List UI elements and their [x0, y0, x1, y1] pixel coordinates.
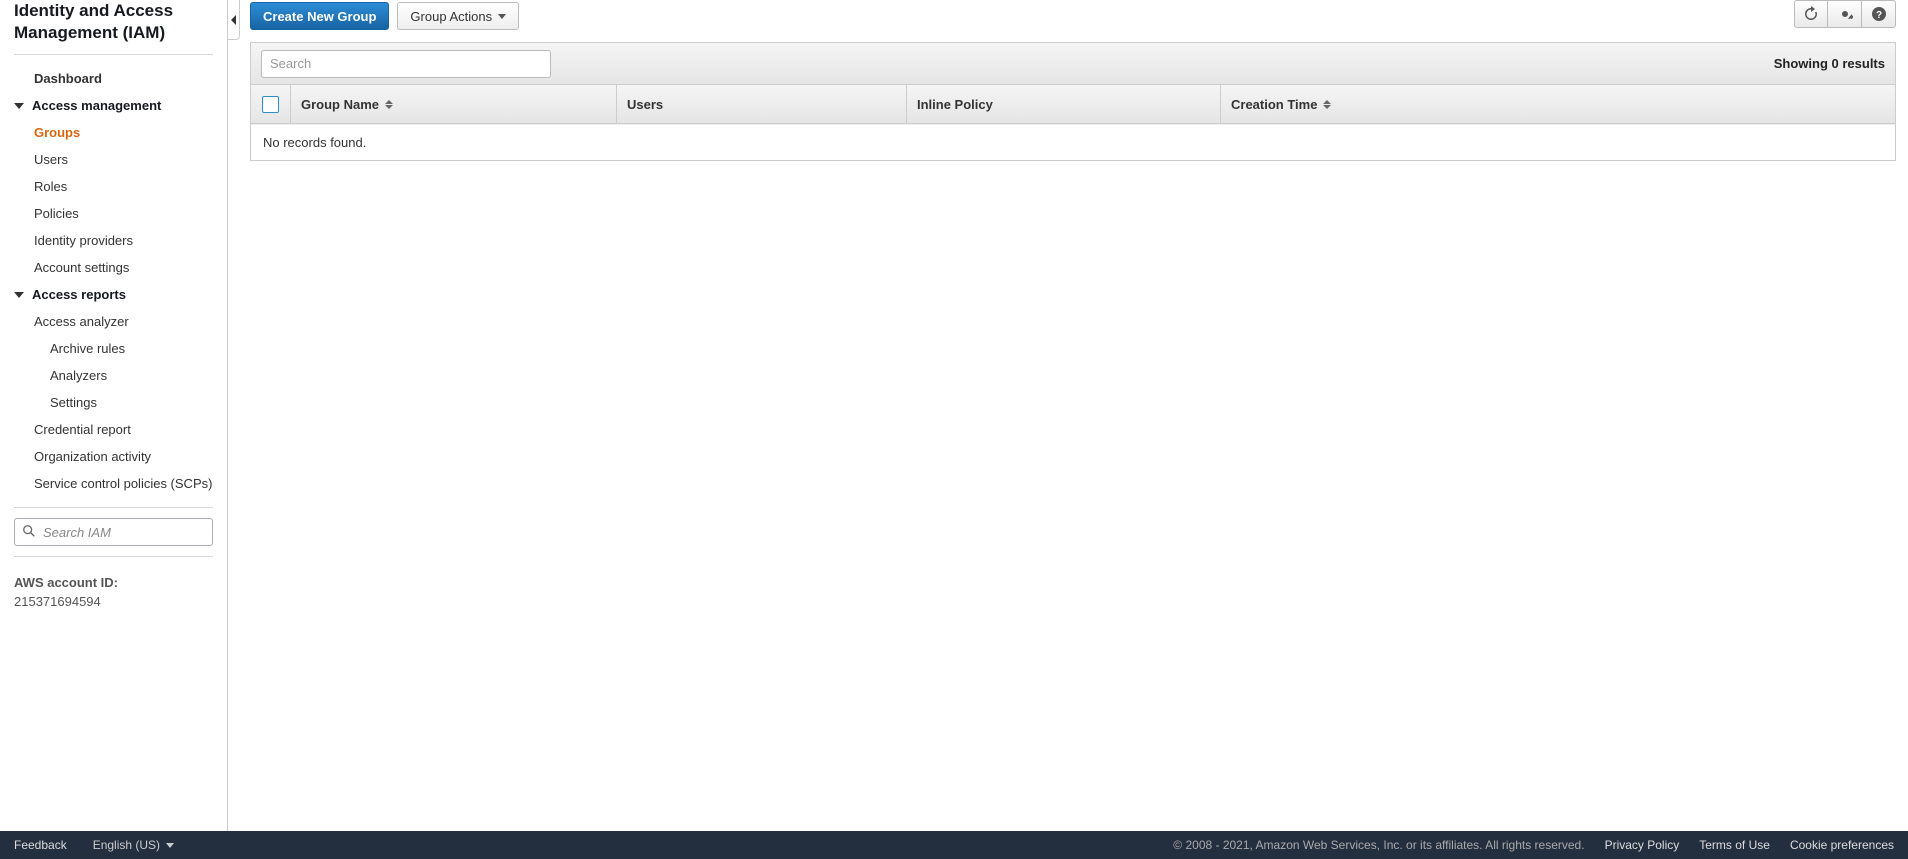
- sidebar-section-label: Access reports: [32, 287, 126, 302]
- column-label: Creation Time: [1231, 97, 1317, 112]
- sidebar-item-dashboard[interactable]: Dashboard: [14, 65, 213, 92]
- refresh-button[interactable]: [1794, 0, 1828, 28]
- privacy-policy-link[interactable]: Privacy Policy: [1605, 838, 1680, 852]
- column-label: Users: [627, 97, 663, 112]
- sidebar-section-label: Access management: [32, 98, 161, 113]
- divider: [14, 556, 213, 557]
- toolbar-right: ?: [1794, 0, 1896, 28]
- feedback-link[interactable]: Feedback: [14, 838, 67, 852]
- sort-icon: [385, 100, 393, 109]
- gear-icon: [1837, 6, 1853, 22]
- table-header-inline-policy[interactable]: Inline Policy: [907, 85, 1221, 123]
- column-label: Group Name: [301, 97, 379, 112]
- chevron-down-icon: [498, 14, 506, 19]
- chevron-down-icon: [14, 103, 24, 109]
- sidebar-item-credential-report[interactable]: Credential report: [14, 416, 213, 443]
- filter-bar: Showing 0 results: [250, 42, 1896, 84]
- settings-button[interactable]: [1828, 0, 1862, 28]
- table-header-creation-time[interactable]: Creation Time: [1221, 85, 1895, 123]
- copyright-text: © 2008 - 2021, Amazon Web Services, Inc.…: [1173, 838, 1584, 852]
- sort-icon: [1323, 100, 1331, 109]
- help-button[interactable]: ?: [1862, 0, 1896, 28]
- account-id-value: 215371694594: [14, 594, 213, 609]
- table-header-checkbox: [251, 85, 291, 123]
- refresh-icon: [1803, 6, 1819, 22]
- group-actions-label: Group Actions: [410, 9, 492, 24]
- language-selector[interactable]: English (US): [93, 838, 174, 852]
- sidebar-item-identity-providers[interactable]: Identity providers: [14, 227, 213, 254]
- create-new-group-button[interactable]: Create New Group: [250, 2, 389, 30]
- chevron-down-icon: [166, 843, 174, 848]
- search-input[interactable]: [261, 50, 551, 78]
- footer: Feedback English (US) © 2008 - 2021, Ama…: [0, 831, 1908, 859]
- main-content: Create New Group Group Actions ?: [228, 0, 1908, 831]
- sidebar-section-access-management[interactable]: Access management: [14, 92, 213, 119]
- cookie-preferences-link[interactable]: Cookie preferences: [1790, 838, 1894, 852]
- sidebar-item-roles[interactable]: Roles: [14, 173, 213, 200]
- select-all-checkbox[interactable]: [262, 96, 279, 113]
- sidebar-item-settings[interactable]: Settings: [14, 389, 213, 416]
- help-icon: ?: [1871, 6, 1887, 22]
- sidebar-item-organization-activity[interactable]: Organization activity: [14, 443, 213, 470]
- results-count: Showing 0 results: [1774, 56, 1885, 71]
- svg-text:?: ?: [1875, 10, 1881, 21]
- sidebar-item-users[interactable]: Users: [14, 146, 213, 173]
- sidebar-item-policies[interactable]: Policies: [14, 200, 213, 227]
- sidebar-item-scps[interactable]: Service control policies (SCPs): [14, 470, 213, 497]
- divider: [14, 54, 213, 55]
- group-actions-button[interactable]: Group Actions: [397, 2, 519, 30]
- account-id-label: AWS account ID:: [14, 575, 213, 590]
- sidebar-item-groups[interactable]: Groups: [14, 119, 213, 146]
- groups-table: Group Name Users Inline Policy Creation …: [250, 84, 1896, 161]
- language-label: English (US): [93, 838, 160, 852]
- sidebar-item-analyzers[interactable]: Analyzers: [14, 362, 213, 389]
- table-header: Group Name Users Inline Policy Creation …: [251, 84, 1895, 124]
- sidebar-item-account-settings[interactable]: Account settings: [14, 254, 213, 281]
- sidebar-item-access-analyzer[interactable]: Access analyzer: [14, 308, 213, 335]
- search-iam-input[interactable]: [14, 518, 213, 546]
- sidebar-section-access-reports[interactable]: Access reports: [14, 281, 213, 308]
- sidebar-item-archive-rules[interactable]: Archive rules: [14, 335, 213, 362]
- table-header-group-name[interactable]: Group Name: [291, 85, 617, 123]
- table-empty-message: No records found.: [251, 124, 1895, 160]
- table-header-users[interactable]: Users: [617, 85, 907, 123]
- sidebar: Identity and Access Management (IAM) Das…: [0, 0, 228, 831]
- column-label: Inline Policy: [917, 97, 993, 112]
- divider: [14, 507, 213, 508]
- toolbar: Create New Group Group Actions ?: [250, 0, 1896, 32]
- sidebar-title: Identity and Access Management (IAM): [14, 0, 213, 44]
- chevron-down-icon: [14, 292, 24, 298]
- terms-of-use-link[interactable]: Terms of Use: [1699, 838, 1770, 852]
